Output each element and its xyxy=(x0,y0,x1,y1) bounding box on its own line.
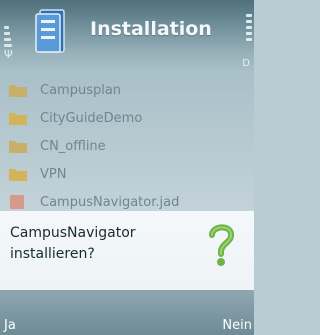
list-item-label: CampusNavigator.jad xyxy=(40,194,180,210)
softkey-bar: Ja Nein xyxy=(0,290,254,335)
folder-icon xyxy=(9,141,27,153)
battery-indicator xyxy=(246,14,252,54)
file-icon xyxy=(10,195,24,209)
folder-icon xyxy=(9,113,27,125)
list-item-campusplan[interactable]: Campusplan xyxy=(8,78,248,102)
softkey-yes-button[interactable]: Ja xyxy=(4,318,16,333)
confirmation-dialog: CampusNavigator installieren? xyxy=(0,210,254,291)
file-list: Campusplan CityGuideDemo CN_offline VPN … xyxy=(0,72,254,210)
antenna-icon: Ψ xyxy=(4,48,13,61)
list-item-vpn[interactable]: VPN xyxy=(8,162,248,186)
dialog-message-line1: CampusNavigator xyxy=(10,225,136,241)
question-mark-icon xyxy=(209,224,235,266)
installation-app-icon xyxy=(35,9,65,53)
phone-screen: Ψ Installation D Campusplan CityGuideDem… xyxy=(0,0,254,335)
list-item-label: Campusplan xyxy=(40,82,122,98)
folder-icon xyxy=(9,169,27,181)
list-item-label: CityGuideDemo xyxy=(40,110,143,126)
folder-icon xyxy=(9,85,27,97)
page-title: Installation xyxy=(90,18,212,40)
list-item-cityguidedemo[interactable]: CityGuideDemo xyxy=(8,106,248,130)
list-item-label: CN_offline xyxy=(40,138,106,154)
list-item-label: VPN xyxy=(40,166,67,182)
dialog-message-line2: installieren? xyxy=(10,246,95,262)
header-partial-text: D xyxy=(242,58,250,69)
softkey-no-button[interactable]: Nein xyxy=(222,318,252,333)
list-item-campusnavigator-jad[interactable]: CampusNavigator.jad xyxy=(8,190,248,210)
list-item-cn-offline[interactable]: CN_offline xyxy=(8,134,248,158)
dialog-message: CampusNavigator installieren? xyxy=(10,223,190,265)
title-bar: Ψ Installation D xyxy=(0,0,254,72)
